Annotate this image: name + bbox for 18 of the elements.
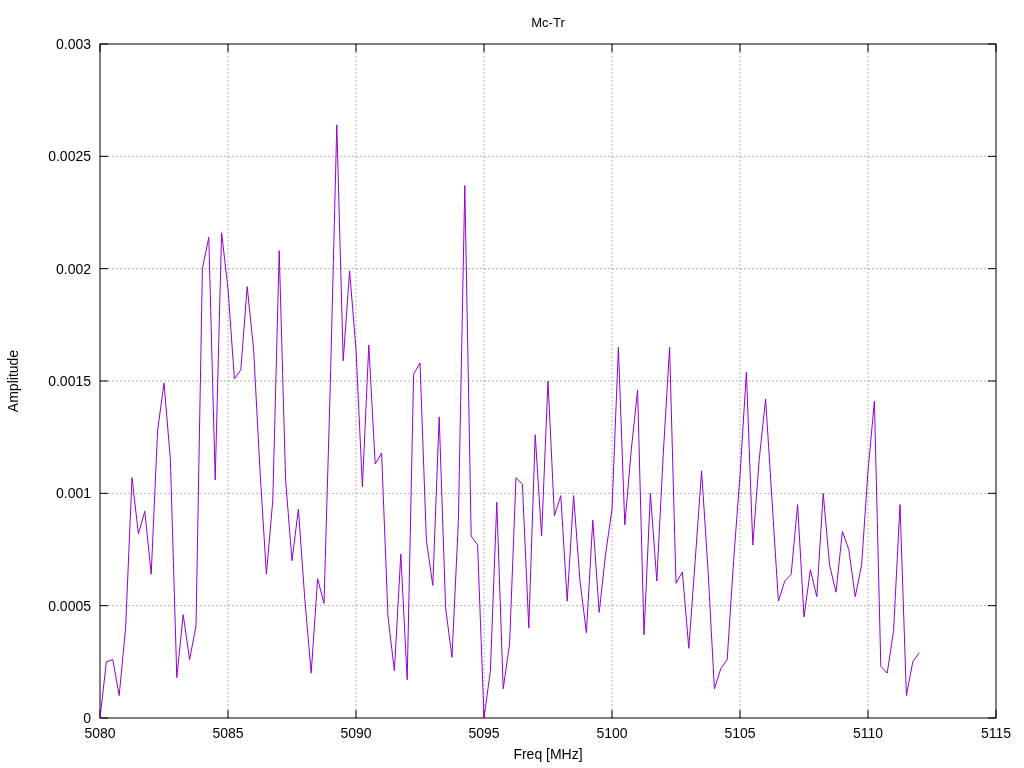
y-tick-label: 0.003 — [55, 36, 91, 52]
x-tick-label: 5110 — [852, 725, 884, 741]
x-tick-label: 5085 — [212, 725, 244, 741]
x-axis-label: Freq [MHz] — [513, 746, 583, 762]
x-tick-label: 5100 — [596, 725, 628, 741]
y-tick-label: 0.0005 — [48, 597, 91, 614]
y-tick-label: 0 — [83, 710, 91, 726]
x-tick-label: 5080 — [84, 725, 116, 741]
y-tick-label: 0.0025 — [48, 148, 91, 165]
y-tick-label: 0.0015 — [48, 373, 91, 389]
x-tick-label: 5090 — [340, 725, 372, 741]
y-axis-label: Amplitude — [5, 349, 21, 413]
x-tick-label: 5095 — [468, 725, 500, 741]
chart-title: Mc-Tr — [531, 15, 565, 30]
y-tick-label: 0.002 — [55, 260, 91, 277]
x-tick-label: 5105 — [724, 725, 756, 741]
y-tick-label: 0.001 — [55, 485, 91, 502]
x-tick-label: 5115 — [980, 725, 1012, 741]
